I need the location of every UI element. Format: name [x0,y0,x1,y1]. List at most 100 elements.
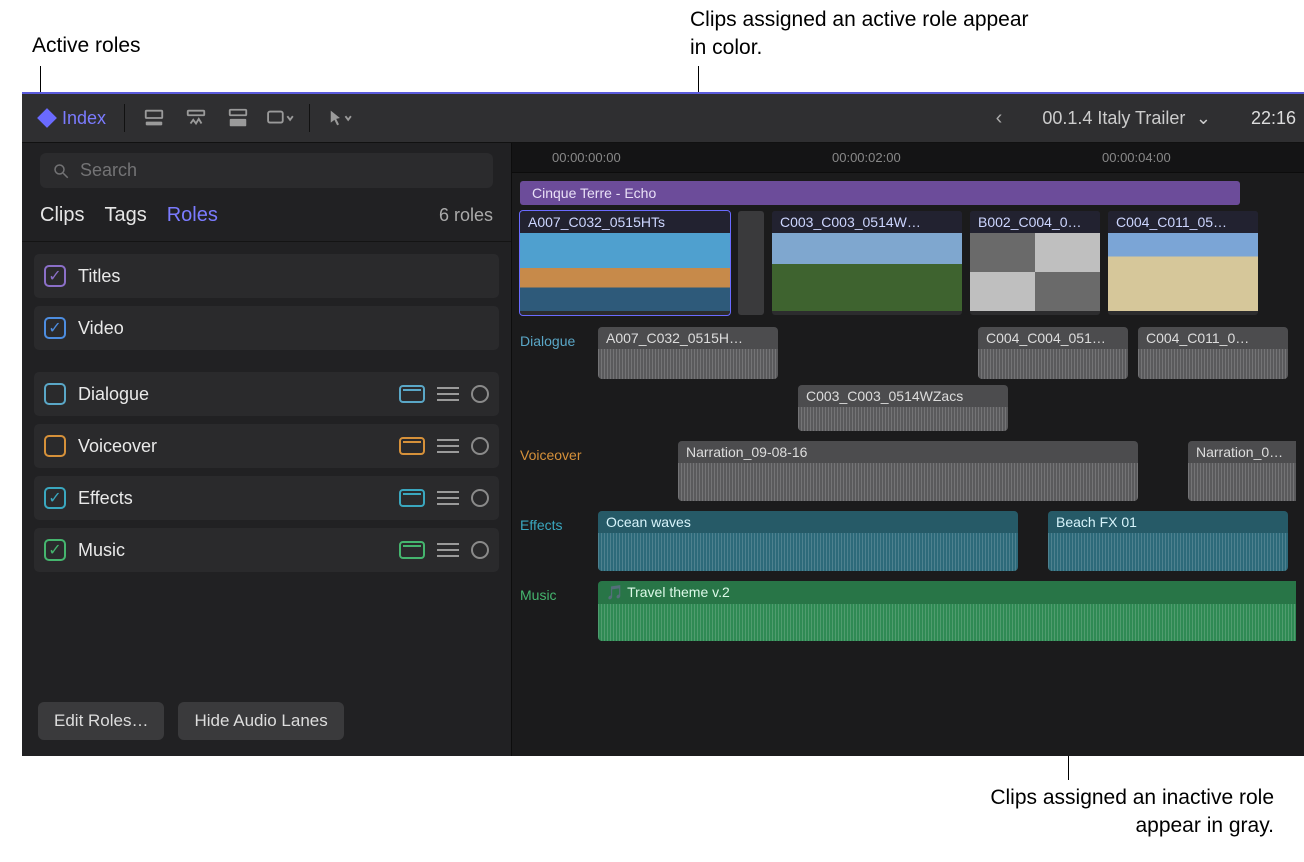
audio-clip[interactable]: Narration_09-08-16 [678,441,1138,501]
audio-clip[interactable]: Narration_0… [1188,441,1296,501]
subrole-lanes-icon[interactable] [437,387,459,401]
role-name: Music [78,540,125,561]
index-label: Index [62,108,106,129]
role-row-video[interactable]: Video [34,306,499,350]
search-icon [52,162,70,180]
subrole-lanes-icon[interactable] [437,543,459,557]
clip-name: A007_C032_0515H… [598,327,778,349]
index-tabs: Clips Tags Roles 6 roles [22,198,511,242]
video-clip[interactable]: C004_C011_05… [1108,211,1258,315]
role-row-voiceover[interactable]: Voiceover [34,424,499,468]
audio-clip[interactable]: 🎵 Travel theme v.2 [598,581,1296,641]
project-back-button[interactable]: ‹ [996,107,1003,130]
show-subroles-icon[interactable] [399,541,425,559]
solo-icon[interactable] [471,437,489,455]
audio-clip[interactable]: Beach FX 01 [1048,511,1288,571]
timeline-layout-icon-2[interactable] [175,103,217,133]
lane-label-voiceover: Voiceover [520,441,598,501]
role-row-effects[interactable]: Effects [34,476,499,520]
toolbar: Index ‹ 00.1.4 Italy Trailer ⌄ 22:16 [22,94,1304,143]
role-checkbox[interactable] [44,487,66,509]
timeline-layout-icon-1[interactable] [133,103,175,133]
clip-name: A007_C032_0515HTs [520,211,730,233]
role-name: Voiceover [78,436,157,457]
clip-name: Narration_09-08-16 [678,441,1138,463]
waveform [798,407,1008,431]
diamond-icon [37,108,57,128]
video-clip[interactable]: B002_C004_0… [970,211,1100,315]
gap-clip[interactable] [738,211,764,315]
tab-roles[interactable]: Roles [167,204,218,227]
solo-icon[interactable] [471,541,489,559]
audio-clip[interactable]: C004_C004_051… [978,327,1128,379]
hide-audio-lanes-button[interactable]: Hide Audio Lanes [178,702,343,740]
role-name: Effects [78,488,133,509]
role-checkbox[interactable] [44,539,66,561]
index-button[interactable]: Index [30,102,116,135]
lane-dialogue-row2: C003_C003_0514WZacs [520,385,1296,431]
clip-name: 🎵 Travel theme v.2 [598,581,1296,604]
show-subroles-icon[interactable] [399,437,425,455]
video-clip[interactable]: C003_C003_0514W… [772,211,962,315]
edit-roles-button[interactable]: Edit Roles… [38,702,164,740]
project-name[interactable]: 00.1.4 Italy Trailer [1042,108,1185,128]
clip-thumbnail [1108,233,1258,311]
roles-list: Titles Video Dialogue Voiceover Effects Music [22,242,511,580]
role-row-music[interactable]: Music [34,528,499,572]
clip-name: C003_C003_0514WZacs [798,385,1008,407]
clip-name: C004_C004_051… [978,327,1128,349]
role-checkbox[interactable] [44,383,66,405]
timeline-layout-icon-3[interactable] [217,103,259,133]
clip-name: Ocean waves [598,511,1018,533]
role-checkbox[interactable] [44,265,66,287]
clip-name: Narration_0… [1188,441,1296,463]
search-placeholder: Search [80,160,137,181]
role-name: Titles [78,266,120,287]
callout-inactive-gray: Clips assigned an inactive role appear i… [924,784,1274,841]
timeline[interactable]: 00:00:00:0000:00:02:0000:00:04:00 Cinque… [512,143,1304,756]
video-clip[interactable]: A007_C032_0515HTs [520,211,730,315]
waveform [598,604,1296,641]
tool-selector[interactable] [318,103,360,133]
subrole-lanes-icon[interactable] [437,491,459,505]
project-menu-chevron[interactable]: ⌄ [1196,108,1211,128]
lane-dialogue: Dialogue A007_C032_0515H…C004_C004_051…C… [520,327,1296,379]
title-clip[interactable]: Cinque Terre - Echo [520,181,1240,205]
solo-icon[interactable] [471,489,489,507]
waveform [678,463,1138,501]
role-row-dialogue[interactable]: Dialogue [34,372,499,416]
project-duration: 22:16 [1251,108,1296,129]
solo-icon[interactable] [471,385,489,403]
time-ruler[interactable]: 00:00:00:0000:00:02:0000:00:04:00 [512,143,1304,173]
ruler-tick: 00:00:04:00 [1102,150,1171,165]
audio-clip[interactable]: Ocean waves [598,511,1018,571]
waveform [1138,349,1288,379]
clip-name: Beach FX 01 [1048,511,1288,533]
subrole-lanes-icon[interactable] [437,439,459,453]
audio-clip[interactable]: C004_C011_0… [1138,327,1288,379]
clip-name: C004_C011_0… [1138,327,1288,349]
ruler-tick: 00:00:02:00 [832,150,901,165]
callout-active-roles: Active roles [32,32,141,60]
title-clip-name: Cinque Terre - Echo [532,185,656,201]
role-checkbox[interactable] [44,317,66,339]
audio-clip[interactable]: C003_C003_0514WZacs [798,385,1008,431]
clip-name: C004_C011_05… [1108,211,1258,233]
clip-appearance-menu[interactable] [259,103,301,133]
waveform [598,533,1018,571]
role-row-titles[interactable]: Titles [34,254,499,298]
show-subroles-icon[interactable] [399,489,425,507]
callout-active-color: Clips assigned an active role appear in … [690,6,1040,63]
clip-name: C003_C003_0514W… [772,211,962,233]
tab-tags[interactable]: Tags [104,204,146,227]
waveform [1188,463,1296,501]
tab-clips[interactable]: Clips [40,204,84,227]
search-input[interactable]: Search [40,153,493,188]
clip-thumbnail [970,233,1100,311]
lane-music: Music 🎵 Travel theme v.2 [520,581,1296,641]
primary-storyline: A007_C032_0515HTs C003_C003_0514W… B002_C0… [520,211,1296,315]
show-subroles-icon[interactable] [399,385,425,403]
roles-count: 6 roles [439,205,493,226]
audio-clip[interactable]: A007_C032_0515H… [598,327,778,379]
role-checkbox[interactable] [44,435,66,457]
